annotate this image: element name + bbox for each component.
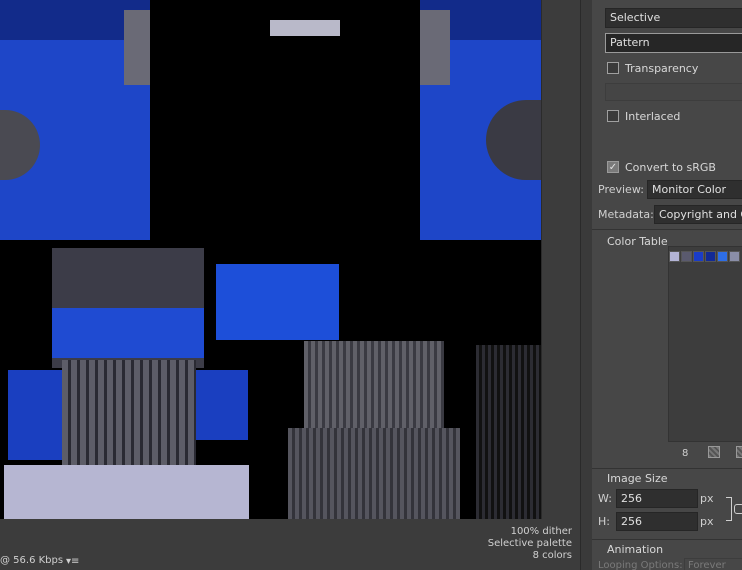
settings-panel: Selective Pattern Transparency Interlace… — [592, 0, 742, 570]
preview-region-emblem — [270, 20, 340, 36]
color-swatch[interactable] — [729, 251, 740, 262]
preview-margin — [541, 0, 580, 519]
transparency-label: Transparency — [625, 61, 699, 75]
dither-select[interactable]: Pattern — [605, 33, 742, 53]
color-swatch[interactable] — [681, 251, 692, 262]
transparency-option[interactable]: Transparency — [607, 60, 698, 76]
width-label: W: — [598, 492, 612, 505]
metadata-select[interactable]: Copyright and Co — [654, 205, 742, 224]
save-for-web-dialog: 100% dither Selective palette 8 colors @… — [0, 0, 742, 570]
preview-region-grille-upper — [304, 341, 444, 429]
color-count: 8 — [682, 448, 689, 459]
convert-srgb-label: Convert to sRGB — [625, 160, 716, 174]
metadata-label: Metadata: — [598, 208, 654, 221]
preview-region-truck-fender-left — [8, 370, 66, 460]
color-swatch[interactable] — [693, 251, 704, 262]
swatch-row — [669, 247, 742, 262]
new-color-icon[interactable] — [736, 446, 742, 458]
looping-select: Forever — [684, 558, 742, 570]
color-swatch[interactable] — [705, 251, 716, 262]
colors-info: 8 colors — [532, 550, 572, 561]
optimization-info: 100% dither Selective palette 8 colors — [488, 526, 572, 562]
animation-section: Animation Looping Options: Forever — [592, 539, 742, 570]
preview-region-truck-bumper — [4, 465, 249, 519]
preview-region-grille-lower — [288, 428, 460, 519]
convert-srgb-option[interactable]: ✓ Convert to sRGB — [607, 159, 716, 175]
preview-region-center-top — [258, 0, 336, 80]
color-swatch[interactable] — [717, 251, 728, 262]
image-preview[interactable] — [0, 0, 541, 519]
width-input[interactable]: 256 — [616, 489, 698, 508]
link-icon[interactable] — [734, 504, 742, 514]
preview-region-grille-right — [476, 345, 541, 519]
download-speed: @ 56.6 Kbps — [0, 555, 64, 566]
color-table[interactable] — [668, 246, 742, 442]
preview-select[interactable]: Monitor Color — [647, 180, 742, 199]
speed-menu-button[interactable]: ▾≡ — [66, 556, 79, 567]
preview-region-truck-grille — [62, 360, 196, 470]
web-snap-icon[interactable] — [708, 446, 720, 458]
animation-title: Animation — [607, 543, 664, 556]
palette-select[interactable]: Selective — [605, 8, 742, 28]
color-swatch[interactable] — [669, 251, 680, 262]
preview-region-truck-fender-right — [196, 370, 248, 440]
color-table-title: Color Table — [607, 235, 668, 248]
constrain-bracket — [726, 497, 732, 521]
height-unit: px — [700, 515, 714, 528]
interlaced-label: Interlaced — [625, 109, 681, 123]
convert-srgb-checkbox[interactable]: ✓ — [607, 161, 619, 173]
height-input[interactable]: 256 — [616, 512, 698, 531]
interlaced-option[interactable]: Interlaced — [607, 108, 680, 124]
transparency-checkbox[interactable] — [607, 62, 619, 74]
preview-region-truck-hood — [52, 308, 204, 358]
interlaced-checkbox[interactable] — [607, 110, 619, 122]
preview-status-bar: 100% dither Selective palette 8 colors @… — [0, 519, 580, 570]
preview-label: Preview: — [598, 183, 644, 196]
preview-region-blue-square — [216, 264, 339, 340]
palette-info: Selective palette — [487, 538, 572, 549]
height-label: H: — [598, 515, 610, 528]
panel-divider[interactable] — [580, 0, 592, 570]
width-unit: px — [700, 492, 714, 505]
matte-select — [605, 83, 742, 101]
image-size-title: Image Size — [607, 472, 668, 485]
looping-label: Looping Options: — [598, 560, 683, 570]
dither-info: 100% dither — [510, 526, 572, 537]
